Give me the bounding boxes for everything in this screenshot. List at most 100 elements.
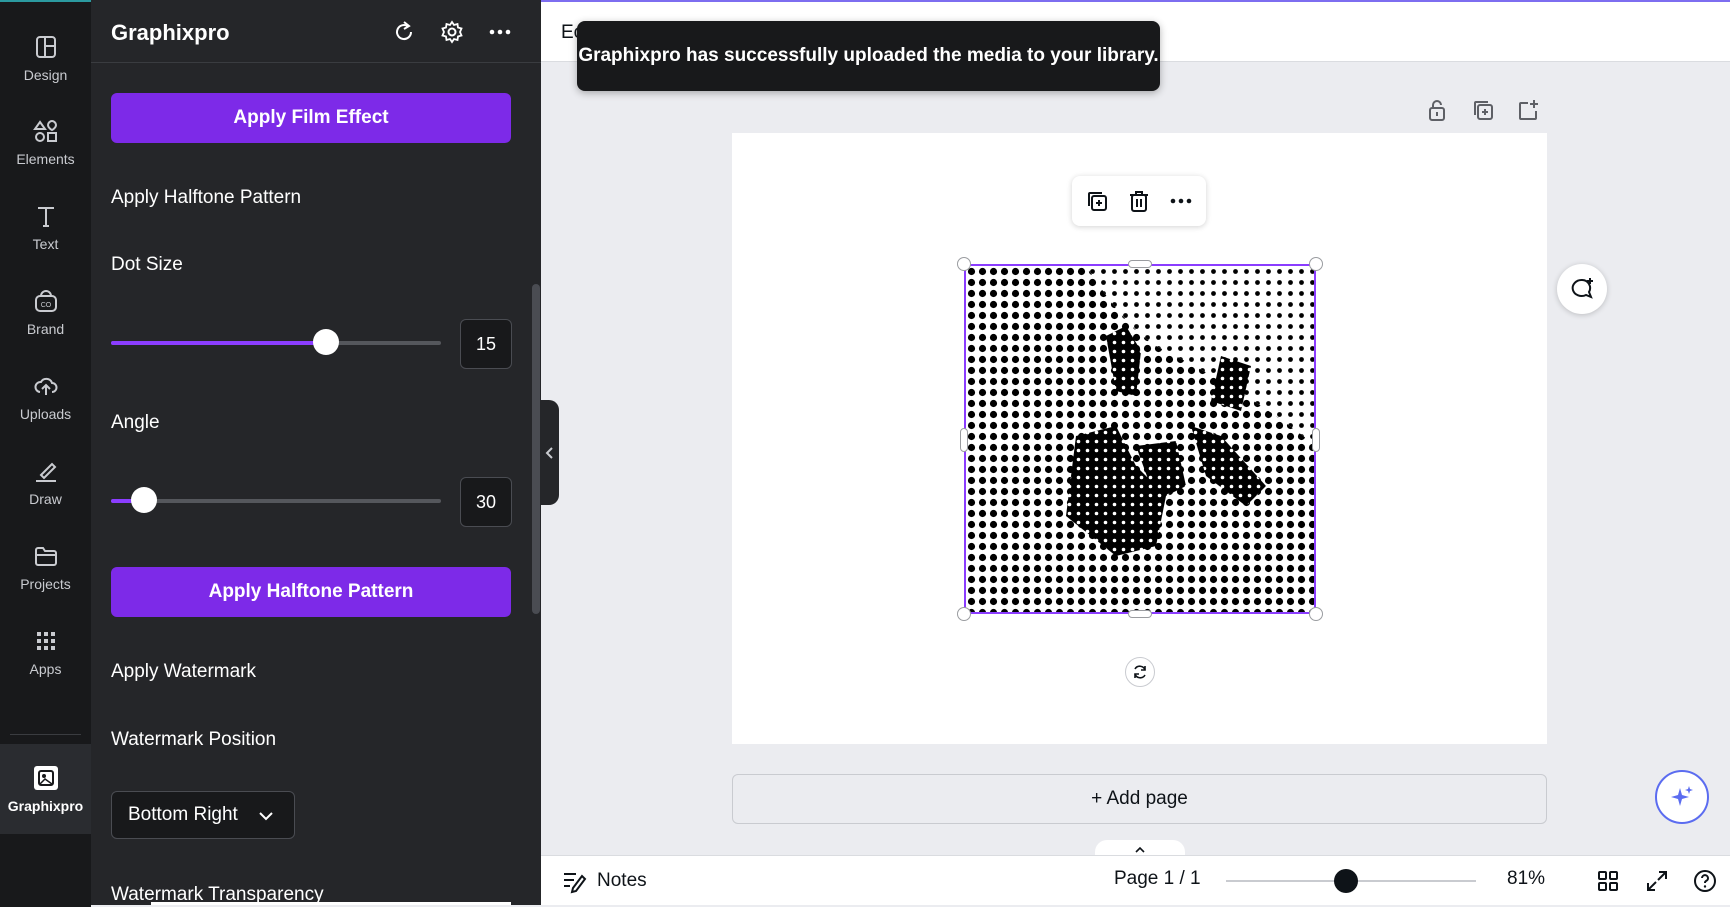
dot-size-input[interactable]: 15: [460, 319, 512, 369]
rail-item-design[interactable]: Design: [0, 18, 91, 98]
left-rail: Design Elements Text CO Brand Uploads Dr…: [0, 0, 91, 907]
zoom-slider[interactable]: [1226, 869, 1476, 893]
graphixpro-app-icon: [33, 766, 58, 790]
rail-item-uploads[interactable]: Uploads: [0, 357, 91, 437]
rail-label: Draw: [29, 491, 62, 507]
projects-icon: [34, 547, 57, 566]
dot-size-slider-thumb[interactable]: [312, 329, 339, 355]
rail-divider: [10, 734, 81, 735]
lock-page-button[interactable]: [1424, 97, 1450, 123]
gear-icon: [441, 20, 463, 44]
zoom-percentage[interactable]: 81%: [1507, 868, 1545, 890]
add-comment-button[interactable]: [1557, 264, 1607, 314]
angle-input[interactable]: 30: [460, 477, 512, 527]
refresh-icon: [396, 21, 413, 41]
delete-element-button[interactable]: [1126, 188, 1152, 214]
collapse-panel-button[interactable]: [541, 400, 559, 505]
add-page-button[interactable]: + Add page: [732, 774, 1547, 824]
halftone-image-graphic: [966, 266, 1314, 612]
rail-item-draw[interactable]: Draw: [0, 442, 91, 522]
chevron-left-icon: [545, 446, 553, 459]
panel-scrollbar[interactable]: [532, 284, 540, 614]
rail-label: Apps: [29, 661, 62, 677]
apply-film-effect-button[interactable]: Apply Film Effect: [111, 93, 511, 143]
element-more-button[interactable]: [1168, 188, 1194, 214]
rotate-icon: [1134, 665, 1146, 679]
comment-add-icon: [1571, 278, 1593, 299]
help-icon: [1694, 870, 1716, 892]
angle-slider-thumb[interactable]: [131, 487, 157, 513]
resize-handle-right[interactable]: [1312, 428, 1320, 452]
halftone-image[interactable]: [964, 264, 1316, 614]
chevron-up-icon: [1135, 846, 1145, 853]
more-icon: [1170, 198, 1192, 204]
watermark-heading: Apply Watermark: [111, 661, 256, 682]
resize-handle-top-right[interactable]: [1309, 257, 1323, 271]
settings-button[interactable]: [438, 18, 466, 46]
notes-button[interactable]: Notes: [561, 868, 647, 894]
help-button[interactable]: [1692, 868, 1718, 894]
resize-handle-bottom-left[interactable]: [957, 607, 971, 621]
chevron-down-icon: [259, 812, 273, 821]
apps-icon: [36, 632, 55, 650]
rail-item-elements[interactable]: Elements: [0, 102, 91, 182]
rail-label: Projects: [20, 576, 71, 592]
rail-item-projects[interactable]: Projects: [0, 527, 91, 607]
rail-item-text[interactable]: Text: [0, 187, 91, 267]
rail-label: Elements: [16, 151, 75, 167]
rotate-handle[interactable]: [1125, 657, 1155, 687]
lock-icon: [1429, 100, 1445, 121]
watermark-position-value: Bottom Right: [128, 804, 238, 825]
text-icon: [37, 207, 54, 227]
page-indicator[interactable]: Page 1 / 1: [1114, 868, 1201, 890]
rail-label: Brand: [26, 321, 65, 337]
elements-icon: [32, 119, 57, 142]
watermark-position-select[interactable]: Bottom Right: [111, 791, 295, 839]
rail-item-apps[interactable]: Apps: [0, 612, 91, 692]
brand-icon: CO: [34, 290, 57, 312]
angle-slider[interactable]: [111, 487, 441, 513]
draw-icon: [35, 462, 56, 482]
add-page-icon: [1519, 100, 1538, 120]
resize-handle-bottom-right[interactable]: [1309, 607, 1323, 621]
dot-size-slider-fill: [111, 341, 326, 345]
sparkle-icon: [1671, 786, 1693, 806]
watermark-position-label: Watermark Position: [111, 729, 277, 750]
halftone-heading: Apply Halftone Pattern: [111, 187, 302, 208]
notes-icon: [564, 873, 587, 894]
dot-size-slider[interactable]: [111, 329, 441, 355]
rail-item-brand[interactable]: CO Brand: [0, 272, 91, 352]
grid-view-button[interactable]: [1595, 868, 1621, 894]
editor-bottombar: Notes Page 1 / 1 81%: [541, 855, 1730, 905]
refresh-button[interactable]: [390, 18, 418, 46]
graphixpro-panel: Graphixpro Apply Film Effect Apply Halft…: [91, 0, 541, 905]
uploads-icon: [33, 377, 57, 395]
fullscreen-button[interactable]: [1644, 868, 1670, 894]
duplicate-icon: [1474, 101, 1493, 120]
duplicate-page-button[interactable]: [1470, 97, 1496, 123]
more-options-button[interactable]: [486, 18, 514, 46]
element-context-toolbar: [1072, 176, 1206, 226]
magic-assistant-button[interactable]: [1655, 770, 1709, 824]
resize-handle-bottom[interactable]: [1128, 610, 1152, 618]
angle-label: Angle: [111, 412, 160, 433]
grid-view-icon: [1598, 871, 1618, 891]
design-icon: [35, 36, 56, 58]
expand-icon: [1647, 871, 1667, 891]
resize-handle-top[interactable]: [1128, 260, 1152, 268]
rail-label: Design: [23, 67, 68, 83]
add-page-top-button[interactable]: [1515, 97, 1541, 123]
trash-icon: [1130, 191, 1148, 212]
duplicate-element-button[interactable]: [1084, 188, 1110, 214]
zoom-slider-thumb[interactable]: [1334, 869, 1358, 893]
more-icon: [489, 29, 511, 35]
rail-label: Uploads: [19, 406, 72, 422]
apply-halftone-button[interactable]: Apply Halftone Pattern: [111, 567, 511, 617]
rail-item-graphixpro[interactable]: Graphixpro: [0, 744, 91, 834]
rail-label: Text: [32, 236, 59, 252]
dot-size-label: Dot Size: [111, 254, 183, 275]
panel-header: Graphixpro: [91, 0, 541, 63]
resize-handle-top-left[interactable]: [957, 257, 971, 271]
toast-message: Graphixpro has successfully uploaded the…: [578, 45, 1159, 66]
resize-handle-left[interactable]: [960, 428, 968, 452]
